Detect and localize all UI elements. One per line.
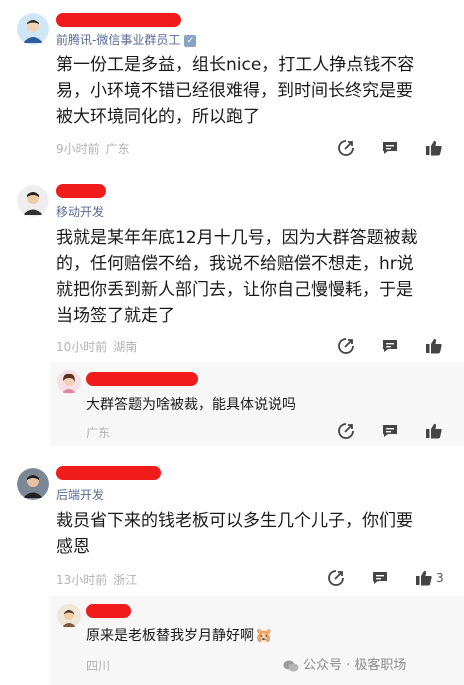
like-icon[interactable] (425, 422, 443, 440)
reply-icon[interactable] (371, 569, 389, 587)
redacted-username (56, 13, 181, 27)
comment-line: 感恩 (56, 537, 90, 557)
comment-line: 我就是某年年底12月十几号，因为大群答题被裁 (56, 228, 418, 248)
like-count: 3 (436, 571, 444, 585)
comment-meta: 10小时前 湖南 (56, 338, 137, 355)
like-icon[interactable] (425, 139, 443, 157)
user-role: 后端开发 (56, 486, 104, 503)
redacted-username (86, 604, 131, 618)
reply-icon[interactable] (381, 337, 399, 355)
timestamp: 10小时前 (56, 340, 108, 354)
avatar[interactable] (17, 13, 49, 45)
reply-avatar[interactable] (57, 370, 81, 394)
like-icon[interactable] (425, 337, 443, 355)
redacted-username (86, 372, 198, 386)
comment-text: 第一份工是多益，组长nice，打工人挣点钱不容 易，小环境不错已经很难得，到时间… (56, 52, 414, 130)
watermark-text: 公众号 · 极客职场 (303, 658, 407, 673)
share-icon[interactable] (337, 139, 355, 157)
comment-line: 被大环境同化的，所以跑了 (56, 107, 260, 127)
role-text: 前腾讯-微信事业群员工 (56, 33, 181, 47)
hamster-emoji-icon: 🐹 (255, 628, 273, 644)
comment-line: 的，任何赔偿不给，我说不给赔偿不想走，hr说 (56, 254, 414, 274)
location: 广东 (105, 142, 130, 156)
location: 浙江 (113, 573, 138, 587)
user-role: 前腾讯-微信事业群员工 ✓ (56, 31, 197, 48)
reply-text: 大群答题为啥被裁，能具体说说吗 (86, 397, 296, 413)
comment-meta: 9小时前 广东 (56, 140, 130, 157)
share-icon[interactable] (337, 337, 355, 355)
reply-meta: 广东 (86, 424, 110, 441)
comment-line: 易，小环境不错已经很难得，到时间长终究是要 (56, 81, 413, 101)
comment-line: 就把你丢到新人部门去，让你自己慢慢耗，于是 (56, 280, 413, 300)
location: 广东 (86, 426, 111, 440)
reply-icon[interactable] (381, 139, 399, 157)
role-text: 移动开发 (56, 205, 105, 219)
user-role: 移动开发 (56, 203, 104, 220)
reply-icon[interactable] (381, 422, 399, 440)
comment-meta: 13小时前 浙江 (56, 571, 137, 588)
reply-meta: 四川 (86, 657, 110, 674)
timestamp: 13小时前 (56, 573, 108, 587)
reply-text: 原来是老板替我岁月静好啊🐹 (86, 625, 272, 645)
redacted-username (56, 466, 161, 480)
comment-line: 裁员省下来的钱老板可以多生几个儿子，你们要 (56, 511, 413, 531)
avatar[interactable] (17, 185, 49, 217)
verified-badge-icon: ✓ (184, 34, 197, 47)
share-icon[interactable] (337, 422, 355, 440)
avatar[interactable] (17, 468, 49, 500)
comment-line: 第一份工是多益，组长nice，打工人挣点钱不容 (56, 55, 415, 75)
timestamp: 9小时前 (56, 142, 100, 156)
share-icon[interactable] (327, 569, 345, 587)
comment-line: 当场签了就走了 (56, 306, 175, 326)
reply-text-content: 原来是老板替我岁月静好啊 (86, 628, 254, 644)
redacted-username (56, 184, 106, 198)
comment-text: 裁员省下来的钱老板可以多生几个儿子，你们要 感恩 (56, 508, 413, 560)
comment-text: 我就是某年年底12月十几号，因为大群答题被裁 的，任何赔偿不给，我说不给赔偿不想… (56, 225, 418, 329)
location: 四川 (86, 659, 111, 673)
location: 湖南 (113, 340, 138, 354)
reply-avatar[interactable] (57, 604, 81, 628)
watermark: 公众号 · 极客职场 (283, 654, 406, 673)
like-icon[interactable] (415, 569, 433, 587)
wechat-icon (283, 660, 299, 671)
role-text: 后端开发 (56, 488, 105, 502)
